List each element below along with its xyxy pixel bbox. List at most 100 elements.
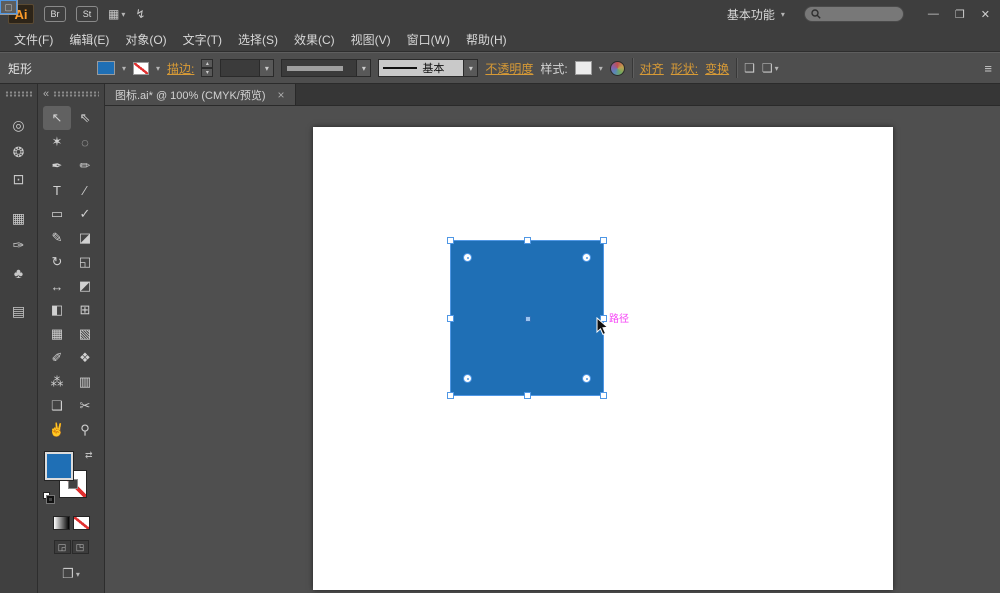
eyedropper-tool[interactable]: ✐ — [43, 346, 71, 370]
width-profile-dropdown[interactable]: ▾ — [281, 59, 372, 77]
shape-builder-tool[interactable]: ◧ — [43, 298, 71, 322]
document-tab[interactable]: 图标.ai* @ 100% (CMYK/预览) × — [105, 84, 296, 105]
style-swatch[interactable] — [574, 61, 592, 75]
selection-handle[interactable] — [447, 315, 454, 322]
zoom-tool[interactable]: ⚲ — [71, 418, 99, 442]
cs-services-button[interactable]: ↯ — [135, 7, 145, 21]
scale-tool[interactable]: ◱ — [71, 250, 99, 274]
corner-widget[interactable] — [463, 374, 472, 383]
gradient-button[interactable] — [52, 516, 70, 530]
menu-effect[interactable]: 效果(C) — [286, 28, 343, 51]
mesh-tool[interactable]: ▦ — [43, 322, 71, 346]
bridge-button[interactable]: Br — [44, 6, 66, 22]
collapse-tools-icon[interactable]: « — [43, 88, 49, 100]
minimize-button[interactable]: — — [928, 8, 939, 20]
symbol-sprayer-tool[interactable]: ⁂ — [43, 370, 71, 394]
symbols-panel-icon[interactable]: ♣ — [3, 259, 35, 286]
recolor-artwork-icon[interactable] — [609, 60, 625, 76]
selection-handle[interactable] — [447, 392, 454, 399]
paintbrush-tool[interactable]: ✓ — [71, 202, 99, 226]
fill-indicator[interactable] — [44, 451, 74, 481]
menu-object[interactable]: 对象(O) — [117, 28, 174, 51]
chevron-down-icon[interactable]: ▾ — [259, 60, 274, 76]
selection-handle[interactable] — [524, 237, 531, 244]
swap-fill-stroke-icon[interactable]: ⇄ — [85, 450, 93, 461]
selection-tool[interactable]: ↖ — [43, 106, 71, 130]
menu-type[interactable]: 文字(T) — [175, 28, 230, 51]
lasso-tool[interactable]: ◌ — [71, 130, 99, 154]
menu-help[interactable]: 帮助(H) — [458, 28, 515, 51]
column-graph-tool[interactable]: ▥ — [71, 370, 99, 394]
selection-handle[interactable] — [600, 392, 607, 399]
brushes-panel-icon[interactable]: ✑ — [3, 232, 35, 259]
stroke-weight-combo[interactable]: ▾ — [220, 59, 275, 77]
none-button[interactable] — [72, 516, 90, 530]
artboard-tool[interactable]: ❑ — [43, 394, 71, 418]
width-tool[interactable]: ↔ — [43, 274, 71, 298]
export-panel-icon[interactable]: ⊡ — [3, 166, 35, 193]
control-panel-menu-icon[interactable]: ≡ — [984, 61, 992, 76]
direct-selection-tool[interactable]: ⇖ — [71, 106, 99, 130]
stepper-down-icon[interactable]: ▾ — [201, 68, 214, 77]
stroke-link[interactable]: 描边: — [167, 60, 194, 77]
free-transform-tool[interactable]: ◩ — [71, 274, 99, 298]
draw-behind-mode[interactable]: ◲ — [53, 540, 71, 554]
menu-select[interactable]: 选择(S) — [230, 28, 286, 51]
menu-view[interactable]: 视图(V) — [343, 28, 399, 51]
select-similar-button[interactable]: ❏ ▾ — [762, 61, 779, 75]
rectangle-tool[interactable]: ▭ — [43, 202, 71, 226]
screen-mode-button[interactable]: ❐ ▾ — [62, 566, 80, 582]
arrange-documents-button[interactable]: ▦ ▾ — [108, 7, 125, 21]
fill-color-swatch[interactable] — [97, 61, 116, 75]
corner-widget[interactable] — [582, 253, 591, 262]
gradient-tool[interactable]: ▧ — [71, 322, 99, 346]
close-button[interactable]: ✕ — [981, 8, 990, 21]
chevron-down-icon[interactable]: ▾ — [156, 64, 160, 73]
corner-widget[interactable] — [582, 374, 591, 383]
panel-drag-handle[interactable] — [53, 91, 99, 97]
eraser-tool[interactable]: ◪ — [71, 226, 99, 250]
panel-drag-handle[interactable] — [5, 91, 32, 97]
pencil-tool[interactable]: ✎ — [43, 226, 71, 250]
stepper-up-icon[interactable]: ▴ — [201, 59, 214, 68]
selection-handle[interactable] — [524, 392, 531, 399]
chevron-down-icon[interactable]: ▾ — [463, 60, 478, 76]
chevron-down-icon[interactable]: ▾ — [122, 64, 126, 73]
hand-tool[interactable]: ✌ — [43, 418, 71, 442]
appearance-panel-icon[interactable]: ❂ — [3, 139, 35, 166]
curvature-tool[interactable]: ✏ — [71, 154, 99, 178]
layers-panel-icon[interactable]: ▤ — [3, 298, 35, 325]
slice-tool[interactable]: ✂ — [71, 394, 99, 418]
corner-widget[interactable] — [463, 253, 472, 262]
transform-link[interactable]: 变换 — [705, 60, 729, 77]
chevron-down-icon[interactable]: ▾ — [599, 64, 603, 73]
pen-tool[interactable]: ✒ — [43, 154, 71, 178]
brush-definition-dropdown[interactable]: 基本 ▾ — [378, 59, 479, 77]
shape-link[interactable]: 形状: — [671, 60, 698, 77]
magic-wand-tool[interactable]: ✶ — [43, 130, 71, 154]
stroke-color-swatch[interactable] — [133, 61, 150, 75]
align-link[interactable]: 对齐 — [640, 60, 664, 77]
line-segment-tool[interactable]: ∕ — [71, 178, 99, 202]
stock-button[interactable]: St — [76, 6, 98, 22]
chevron-down-icon[interactable]: ▾ — [356, 60, 371, 76]
blue-rectangle-shape[interactable] — [447, 237, 607, 399]
menu-window[interactable]: 窗口(W) — [399, 28, 458, 51]
blend-tool[interactable]: ❖ — [71, 346, 99, 370]
menu-edit[interactable]: 编辑(E) — [61, 28, 117, 51]
artboard[interactable]: 路径 — [313, 127, 893, 590]
opacity-link[interactable]: 不透明度 — [485, 60, 533, 77]
close-tab-icon[interactable]: × — [278, 88, 285, 102]
menu-file[interactable]: 文件(F) — [6, 28, 61, 51]
rotate-tool[interactable]: ↻ — [43, 250, 71, 274]
search-field[interactable] — [803, 6, 904, 22]
swatches-panel-icon[interactable]: ▦ — [3, 205, 35, 232]
selection-handle[interactable] — [600, 237, 607, 244]
isolate-object-button[interactable]: ❑ — [744, 61, 755, 75]
color-panel-icon[interactable]: ◎ — [3, 112, 35, 139]
default-fill-stroke-icon[interactable] — [43, 492, 55, 504]
draw-inside-mode[interactable]: ◳ — [71, 540, 89, 554]
search-input[interactable] — [824, 8, 897, 20]
canvas[interactable]: 路径 — [105, 106, 1000, 593]
perspective-grid-tool[interactable]: ⊞ — [71, 298, 99, 322]
